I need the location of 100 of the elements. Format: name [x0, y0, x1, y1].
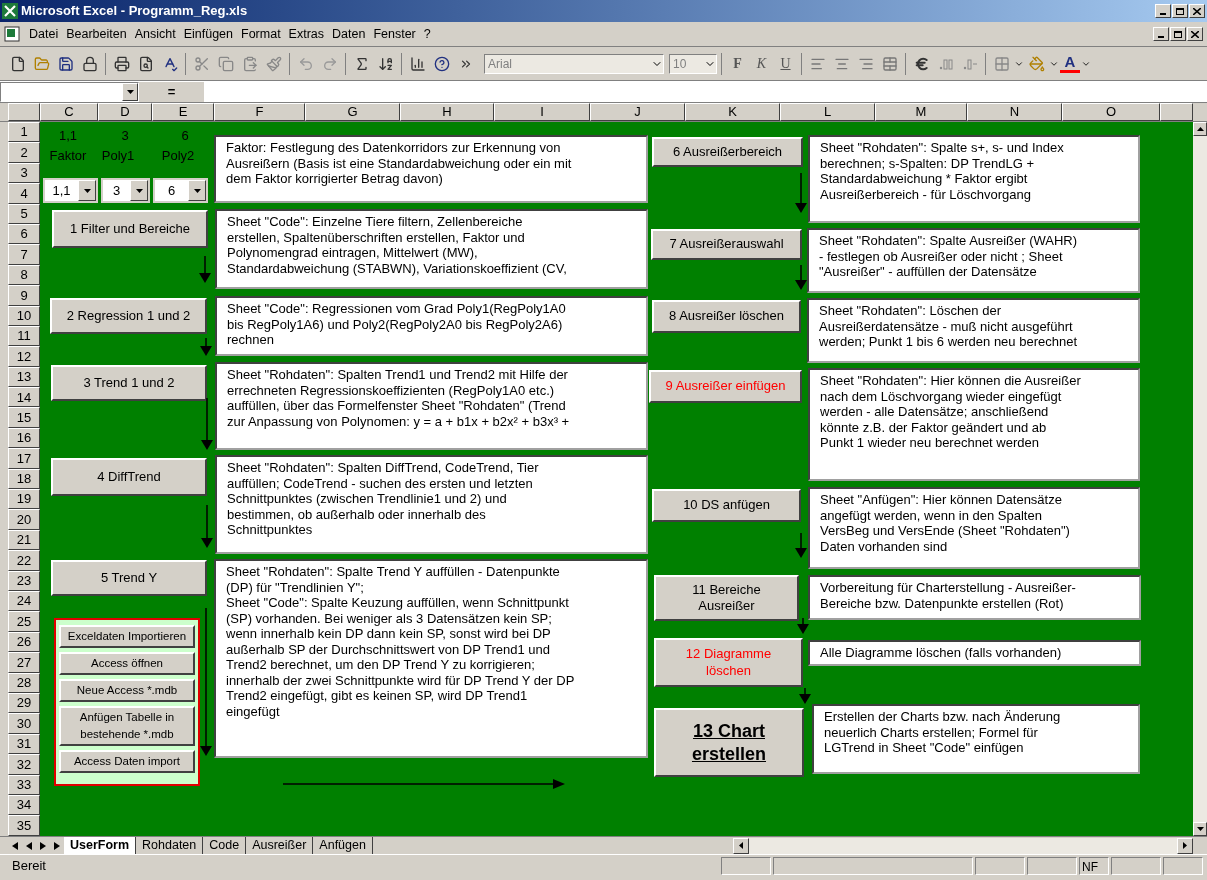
step-button[interactable]: 13 Chart erstellen: [654, 708, 804, 777]
row-header[interactable]: 11: [8, 325, 40, 347]
menu-item[interactable]: ?: [420, 24, 434, 44]
step-button[interactable]: 3 Trend 1 und 2: [51, 365, 207, 401]
row-header[interactable]: 10: [8, 305, 40, 326]
row-header[interactable]: 29: [8, 692, 40, 714]
step-button[interactable]: 4 DiffTrend: [51, 458, 207, 496]
column-header[interactable]: D: [98, 103, 152, 121]
row-header[interactable]: 23: [8, 570, 40, 591]
column-header[interactable]: J: [590, 103, 685, 121]
step-button[interactable]: 8 Ausreißer löschen: [652, 300, 801, 333]
row-header[interactable]: 4: [8, 183, 40, 204]
minimize-button[interactable]: [1153, 27, 1169, 41]
row-header[interactable]: 13: [8, 366, 40, 388]
column-header[interactable]: O: [1062, 103, 1160, 121]
row-header[interactable]: 31: [8, 733, 40, 755]
row-header[interactable]: 30: [8, 713, 40, 734]
step-button[interactable]: 5 Trend Y: [51, 560, 207, 596]
column-header[interactable]: G: [305, 103, 400, 121]
row-header[interactable]: 1: [8, 122, 40, 143]
menu-item[interactable]: Datei: [26, 24, 62, 44]
step-button[interactable]: 2 Regression 1 und 2: [50, 298, 207, 334]
access-button[interactable]: Access Daten import: [59, 750, 195, 773]
row-header[interactable]: 8: [8, 264, 40, 286]
row-header[interactable]: 34: [8, 794, 40, 816]
name-box[interactable]: [0, 81, 139, 102]
scroll-down-icon[interactable]: [1196, 827, 1204, 831]
row-header[interactable]: 16: [8, 427, 40, 449]
row-header[interactable]: 15: [8, 407, 40, 428]
menu-item[interactable]: Ansicht: [131, 24, 179, 44]
row-header[interactable]: 12: [8, 346, 40, 367]
restore-button[interactable]: [1172, 4, 1188, 18]
row-header[interactable]: 14: [8, 387, 40, 408]
step-button[interactable]: 11 Bereiche Ausreißer: [654, 575, 799, 621]
menu-item[interactable]: Daten: [329, 24, 369, 44]
access-button[interactable]: Exceldaten Importieren: [59, 625, 195, 648]
row-header[interactable]: 9: [8, 285, 40, 306]
row-header[interactable]: 25: [8, 611, 40, 632]
row-header[interactable]: 18: [8, 468, 40, 490]
menu-item[interactable]: Format: [238, 24, 284, 44]
column-header[interactable]: H: [400, 103, 494, 121]
column-header[interactable]: E: [152, 103, 214, 121]
bold-button[interactable]: F: [726, 53, 749, 74]
access-button[interactable]: Anfügen Tabelle in bestehende *.mdb: [59, 706, 195, 746]
row-header[interactable]: 24: [8, 591, 40, 612]
step-button[interactable]: 1 Filter und Bereiche: [52, 210, 208, 248]
horizontal-scrollbar[interactable]: [733, 837, 1193, 854]
parameter-dropdown[interactable]: 1,1: [43, 178, 98, 203]
row-header[interactable]: 20: [8, 509, 40, 530]
row-header[interactable]: 5: [8, 203, 40, 224]
parameter-dropdown[interactable]: 3: [101, 178, 150, 203]
step-button[interactable]: 6 Ausreißerbereich: [652, 137, 803, 167]
column-header[interactable]: N: [967, 103, 1062, 121]
row-header[interactable]: 28: [8, 672, 40, 693]
access-button[interactable]: Neue Access *.mdb: [59, 679, 195, 702]
scroll-up-icon[interactable]: [1196, 127, 1204, 131]
menu-item[interactable]: Extras: [285, 24, 328, 44]
menu-item[interactable]: Bearbeiten: [63, 24, 130, 44]
row-header[interactable]: 17: [8, 448, 40, 469]
column-header[interactable]: C: [40, 103, 98, 121]
parameter-dropdown[interactable]: 6: [153, 178, 208, 203]
row-header[interactable]: 32: [8, 754, 40, 775]
column-header[interactable]: L: [780, 103, 875, 121]
column-header[interactable]: F: [214, 103, 305, 121]
row-header[interactable]: 6: [8, 223, 40, 245]
row-header[interactable]: 19: [8, 489, 40, 510]
dropdown-icon[interactable]: [193, 188, 201, 193]
row-header[interactable]: 2: [8, 142, 40, 163]
workbook-icon[interactable]: [4, 26, 20, 42]
close-button[interactable]: [1187, 27, 1203, 41]
step-button[interactable]: 10 DS anfügen: [652, 489, 801, 522]
minimize-button[interactable]: [1155, 4, 1171, 18]
sheet-tab[interactable]: UserForm: [64, 836, 137, 855]
menu-item[interactable]: Fenster: [370, 24, 419, 44]
close-button[interactable]: [1189, 4, 1205, 18]
row-header[interactable]: 3: [8, 162, 40, 184]
scroll-left-icon[interactable]: [739, 842, 743, 849]
dropdown-icon[interactable]: [135, 188, 143, 193]
row-header[interactable]: 7: [8, 244, 40, 265]
restore-button[interactable]: [1170, 27, 1186, 41]
menu-item[interactable]: Einfügen: [180, 24, 236, 44]
row-header[interactable]: 27: [8, 652, 40, 673]
italic-button[interactable]: K: [750, 53, 773, 74]
dropdown-icon[interactable]: [126, 89, 134, 94]
access-button[interactable]: Access öffnen: [59, 652, 195, 675]
column-header[interactable]: I: [494, 103, 590, 121]
column-header[interactable]: [1160, 103, 1193, 121]
vertical-scrollbar[interactable]: [1193, 122, 1207, 836]
row-header[interactable]: 35: [8, 815, 40, 836]
select-all-corner[interactable]: [8, 103, 40, 121]
row-header[interactable]: 22: [8, 550, 40, 571]
dropdown-icon[interactable]: [83, 188, 91, 193]
row-header[interactable]: 33: [8, 774, 40, 795]
row-header[interactable]: 26: [8, 631, 40, 653]
underline-button[interactable]: U: [774, 53, 797, 74]
row-header[interactable]: 21: [8, 529, 40, 551]
column-header[interactable]: M: [875, 103, 967, 121]
formula-equals[interactable]: =: [167, 81, 176, 102]
column-header[interactable]: K: [685, 103, 780, 121]
scroll-right-icon[interactable]: [1183, 842, 1187, 849]
